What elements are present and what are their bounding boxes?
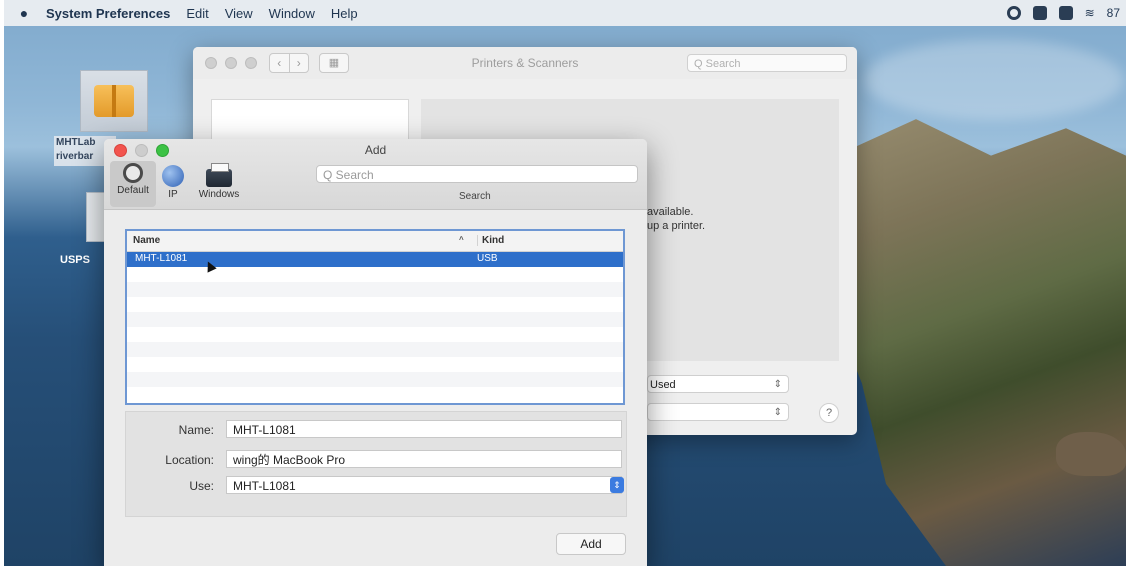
help-button[interactable]: ? [819, 403, 839, 423]
message-line-1: available. [647, 206, 694, 218]
sea-rock [1056, 432, 1126, 476]
name-field[interactable]: MHT-L1081 [226, 420, 622, 438]
use-row: Use: MHT-L1081 ⇕ [126, 476, 626, 496]
table-row-empty [127, 357, 623, 372]
battery-percent: 87 [1106, 6, 1120, 20]
use-label: Use: [189, 479, 214, 493]
table-row-empty [127, 372, 623, 387]
menu-bar: ● System Preferences Edit View Window He… [4, 0, 1126, 26]
dialog-title: Add [364, 143, 387, 157]
display-icon[interactable] [1032, 6, 1047, 20]
status-area: ≋ 87 [1006, 0, 1120, 26]
show-all-icon[interactable]: ▦ [319, 53, 349, 73]
cliff-landscape [826, 119, 1126, 566]
menu-help[interactable]: Help [323, 6, 366, 21]
search-label: Search [459, 191, 491, 202]
search-input[interactable]: Q Search [316, 165, 638, 183]
location-row: Location: wing的 MacBook Pro [126, 450, 626, 470]
back-icon[interactable]: ‹ [270, 54, 289, 72]
table-row-empty [127, 327, 623, 342]
table-header: Name ^ Kind [127, 231, 623, 252]
desktop-icon-label-2[interactable]: USPS [60, 254, 90, 266]
toolbar-ip-label: IP [168, 189, 178, 200]
add-button[interactable]: Add [556, 533, 626, 555]
menu-window[interactable]: Window [261, 6, 323, 21]
use-select[interactable]: MHT-L1081 [226, 476, 622, 494]
forward-icon[interactable]: › [288, 54, 309, 72]
updown-chevron-icon[interactable]: ⇕ [610, 477, 624, 493]
apple-icon[interactable]: ● [10, 5, 38, 21]
dialog-toolbar: Add Default IP Windows Q Search Search [104, 139, 647, 210]
updown-chevron-icon: ⇕ [773, 379, 782, 390]
default-printer-select[interactable]: Used ⇕ [647, 375, 789, 393]
record-icon[interactable] [1006, 6, 1021, 20]
name-row: Name: MHT-L1081 [126, 420, 626, 440]
menu-view[interactable]: View [217, 6, 261, 21]
message-line-2: up a printer. [647, 220, 706, 232]
printer-details-form: Name: MHT-L1081 Location: wing的 MacBook … [125, 411, 627, 517]
toolbar-windows[interactable]: Windows [196, 161, 242, 207]
no-printers-message: available. up a printer. [647, 205, 705, 233]
add-printer-dialog: Add Default IP Windows Q Search Search N… [104, 139, 647, 566]
table-row-empty [127, 282, 623, 297]
select-value: Used [650, 379, 676, 391]
close-button[interactable] [205, 57, 217, 69]
menu-edit[interactable]: Edit [178, 6, 216, 21]
table-row-empty [127, 297, 623, 312]
sort-ascending-icon: ^ [459, 235, 464, 244]
table-row-empty [127, 387, 623, 402]
printer-table: Name ^ Kind MHT-L1081 USB [125, 229, 625, 405]
search-input[interactable]: Q Search [687, 54, 847, 72]
default-printer-icon [123, 163, 143, 183]
row-kind: USB [477, 253, 498, 264]
table-row-empty [127, 312, 623, 327]
location-label: Location: [165, 453, 214, 467]
cloud [864, 40, 1124, 120]
column-kind[interactable]: Kind [477, 235, 504, 246]
minimize-button[interactable] [225, 57, 237, 69]
printer-icon [206, 163, 232, 187]
globe-icon [162, 165, 184, 187]
menu-app-name[interactable]: System Preferences [38, 6, 178, 21]
table-row-empty [127, 342, 623, 357]
column-name[interactable]: Name [133, 235, 160, 246]
window-titlebar: ‹ › ▦ Printers & Scanners Q Search [193, 47, 857, 79]
paper-size-select[interactable]: ⇕ [647, 403, 789, 421]
table-row-empty [127, 267, 623, 282]
updown-chevron-icon-2: ⇕ [773, 407, 782, 418]
wifi-icon[interactable]: ≋ [1085, 6, 1095, 20]
package-file-icon[interactable] [80, 70, 148, 132]
location-field[interactable]: wing的 MacBook Pro [226, 450, 622, 468]
row-name: MHT-L1081 [135, 253, 188, 264]
name-label: Name: [178, 423, 214, 437]
back-forward-buttons: ‹ › [269, 53, 309, 73]
toolbar-default-label: Default [117, 185, 149, 196]
toolbar-windows-label: Windows [198, 189, 240, 200]
table-row[interactable]: MHT-L1081 USB [127, 252, 623, 267]
zoom-button[interactable] [245, 57, 257, 69]
toolbar-ip[interactable]: IP [150, 161, 196, 207]
wechat-icon[interactable] [1058, 6, 1073, 20]
